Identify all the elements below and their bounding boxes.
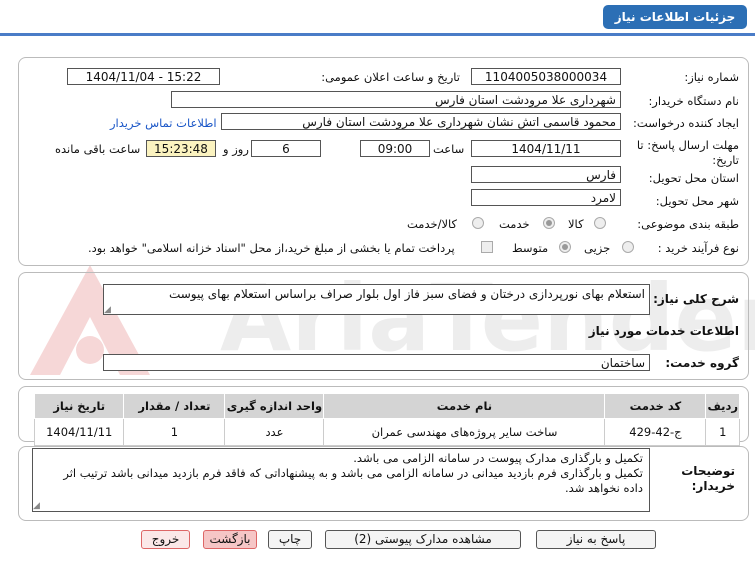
payment-note: پرداخت تمام یا بخشی از مبلغ خرید،از محل … <box>88 241 455 255</box>
summary-label: شرح کلی نیاز: <box>653 292 739 306</box>
treasury-checkbox[interactable] <box>481 241 493 253</box>
buyer-label: نام دستگاه خریدار: <box>648 94 739 108</box>
cell-service-code: ج-42-429 <box>604 418 707 446</box>
notes-line: داده نخواهد شد. <box>565 481 643 495</box>
services-table: ردیف کد خدمت نام خدمت واحد اندازه گیری ت… <box>33 393 740 446</box>
deadline-label: مهلت ارسال پاسخ: تا <box>636 138 739 152</box>
summary-field: استعلام بهای نورپردازی درختان و فضای سبز… <box>103 284 650 315</box>
cell-row-number: 1 <box>705 418 740 446</box>
col-unit: واحد اندازه گیری <box>224 393 325 419</box>
back-button[interactable]: بازگشت <box>203 530 257 549</box>
deadline-time-field: 09:00 <box>360 140 430 157</box>
category-radio-service[interactable] <box>543 217 555 229</box>
remaining-time-field: 15:23:48 <box>146 140 216 157</box>
buyer-field: شهرداری علا مرودشت استان فارس <box>171 91 621 108</box>
days-remaining-field: 6 <box>251 140 321 157</box>
info-panel <box>18 57 749 266</box>
need-number-label: شماره نیاز: <box>684 70 739 84</box>
col-service-name: نام خدمت <box>323 393 606 419</box>
announce-label: تاریخ و ساعت اعلان عمومی: <box>321 70 460 84</box>
notes-line: تکمیل و بارگذاری مدارک پیوست در سامانه ا… <box>353 451 643 465</box>
cell-unit: عدد <box>224 418 325 446</box>
page-title: جزئیات اطلاعات نیاز <box>603 5 747 29</box>
category-option-goods-service: کالا/خدمت <box>407 217 458 231</box>
remaining-label: ساعت باقی مانده <box>55 142 141 156</box>
category-option-goods: کالا <box>568 217 584 231</box>
table-header-row: ردیف کد خدمت نام خدمت واحد اندازه گیری ت… <box>33 393 740 419</box>
service-group-label: گروه خدمت: <box>665 356 739 370</box>
process-option-minor: جزیی <box>584 241 611 255</box>
cell-quantity: 1 <box>123 418 226 446</box>
resize-handle-icon[interactable]: ◢ <box>104 305 111 315</box>
table-row: 1 ج-42-429 ساخت سایر پروژه‌های مهندسی عم… <box>33 418 740 446</box>
category-radio-goods[interactable] <box>594 217 606 229</box>
category-radio-goods-service[interactable] <box>472 217 484 229</box>
process-option-medium: متوسط <box>512 241 549 255</box>
header-divider <box>0 33 755 36</box>
city-label: شهر محل تحویل: <box>655 194 739 208</box>
notes-line: تکمیل و بارگذاری فرم بازدید میدانی در سا… <box>63 466 643 480</box>
service-group-field: ساختمان <box>103 354 650 371</box>
notes-label: توضیحات <box>681 464 735 478</box>
province-label: استان محل تحویل: <box>648 171 739 185</box>
category-option-service: خدمت <box>499 217 530 231</box>
notes-field: تکمیل و بارگذاری مدارک پیوست در سامانه ا… <box>32 448 650 512</box>
col-row-number: ردیف <box>705 393 740 419</box>
province-field: فارس <box>471 166 621 183</box>
notes-resize-handle-icon[interactable]: ◢ <box>33 501 40 511</box>
creator-label: ایجاد کننده درخواست: <box>633 116 739 130</box>
process-radio-minor[interactable] <box>622 241 634 253</box>
exit-button[interactable]: خروج <box>141 530 190 549</box>
view-documents-button[interactable]: مشاهده مدارک پیوستی (2) <box>325 530 521 549</box>
col-need-date: تاریخ نیاز <box>33 393 125 419</box>
cell-need-date: 1404/11/11 <box>33 418 125 446</box>
reply-button[interactable]: پاسخ به نیاز <box>536 530 656 549</box>
notes-label-buyer: خریدار: <box>691 479 735 493</box>
deadline-date-field: 1404/11/11 <box>471 140 621 157</box>
creator-field: محمود قاسمی اتش نشان شهرداری علا مرودشت … <box>221 113 621 130</box>
days-label: روز و <box>223 142 249 156</box>
cell-service-name: ساخت سایر پروژه‌های مهندسی عمران <box>323 418 606 446</box>
buyer-contact-link[interactable]: اطلاعات تماس خریدار <box>110 116 217 130</box>
category-label: طبقه بندی موضوعی: <box>637 217 739 231</box>
col-quantity: تعداد / مقدار <box>123 393 226 419</box>
col-service-code: کد خدمت <box>604 393 707 419</box>
process-label: نوع فرآیند خرید : <box>657 241 739 255</box>
announce-field: 1404/11/04 - 15:22 <box>67 68 220 85</box>
print-button[interactable]: چاپ <box>268 530 312 549</box>
process-radio-medium[interactable] <box>559 241 571 253</box>
deadline-time-label: ساعت <box>433 142 465 156</box>
need-number-field: 1104005038000034 <box>471 68 621 85</box>
city-field: لامرد <box>471 189 621 206</box>
services-section-title: اطلاعات خدمات مورد نیاز <box>588 324 739 338</box>
deadline-label-date: تاریخ: <box>712 153 739 167</box>
